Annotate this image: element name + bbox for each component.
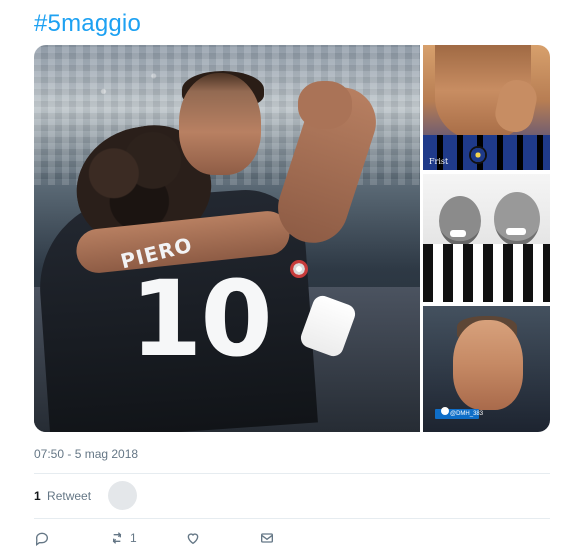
retweet-stats[interactable]: 1 Retweet <box>34 488 91 504</box>
reply-icon <box>35 532 49 546</box>
thumbnail-photo-2[interactable] <box>423 174 550 302</box>
media-grid[interactable]: PIERO 10 Frist @DMH_383 <box>34 45 550 432</box>
left-player-smile <box>450 230 466 237</box>
tweet-timestamp[interactable]: 07:50 - 5 mag 2018 <box>34 447 138 461</box>
retweet-button[interactable]: 1 <box>109 528 137 548</box>
raised-fist <box>298 81 352 129</box>
left-player-shirt <box>423 244 486 302</box>
watermark-icon <box>441 407 449 415</box>
right-player-face <box>494 192 540 246</box>
tweet-card: #5maggio PIERO 10 Frist @DMH_383 07:50 -… <box>0 0 581 550</box>
retweet-label: Retweet <box>47 489 92 503</box>
heart-icon <box>187 533 199 545</box>
player-face <box>453 320 523 410</box>
avatar[interactable] <box>108 481 137 510</box>
main-photo[interactable]: PIERO 10 <box>34 45 420 432</box>
jersey-number: 10 <box>130 258 273 380</box>
right-player-shirt <box>483 244 550 302</box>
front-player-head <box>179 73 261 175</box>
like-button[interactable] <box>185 528 201 548</box>
left-player-face <box>439 196 481 246</box>
watermark-text: @DMH_383 <box>450 411 484 417</box>
shirt-badge <box>290 260 308 278</box>
retweet-icon <box>112 532 122 544</box>
message-button[interactable] <box>259 528 275 548</box>
signature-text: Frist <box>429 157 449 166</box>
club-logo-icon <box>469 146 487 164</box>
thumbnail-photo-1[interactable]: Frist <box>423 45 550 170</box>
thumbnail-photo-3[interactable]: @DMH_383 <box>423 306 550 432</box>
retweet-action-count: 1 <box>130 531 137 545</box>
retweet-count: 1 <box>34 489 41 503</box>
mail-icon <box>261 533 273 543</box>
reply-button[interactable] <box>34 528 50 548</box>
divider-bottom <box>34 518 550 519</box>
divider-top <box>34 473 550 474</box>
hashtag-text[interactable]: #5maggio <box>34 10 141 38</box>
thumbnail-column: Frist @DMH_383 <box>423 45 550 432</box>
right-player-smile <box>506 228 526 235</box>
